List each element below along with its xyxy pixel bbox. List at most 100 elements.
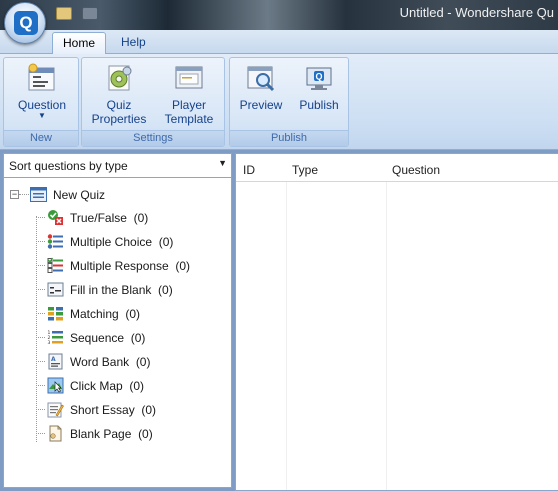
tree-connector [36, 433, 45, 434]
preview-icon [245, 62, 277, 94]
multiple-choice-icon [47, 233, 64, 250]
chevron-down-icon: ▼ [38, 111, 46, 120]
quiz-icon [30, 187, 47, 202]
save-icon[interactable] [82, 7, 98, 20]
tree-item-text: Matching (0) [70, 307, 140, 321]
multiple-response-icon [47, 257, 64, 274]
ribbon-group-publish: Preview Q Publish Publish [229, 57, 349, 147]
ribbon-group-new: Question ▼ New [3, 57, 79, 147]
column-header-id[interactable]: ID [243, 163, 255, 177]
quiz-properties-label-2: Properties [91, 112, 147, 126]
publish-label: Publish [299, 98, 339, 112]
blank-page-label: Blank Page [70, 427, 132, 441]
ribbon: Question ▼ New Quiz Properties Player Te… [0, 54, 558, 150]
tab-help[interactable]: Help [111, 32, 156, 54]
word-bank-count: (0) [135, 355, 151, 369]
click-map-count: (0) [129, 379, 145, 393]
ribbon-group-settings: Quiz Properties Player Template Settings [81, 57, 225, 147]
question-button[interactable]: Question ▼ [12, 62, 72, 120]
short-essay-label: Short Essay [70, 403, 135, 417]
tree-connector [36, 241, 45, 242]
click-map-icon [47, 377, 64, 394]
tree-connector [36, 265, 45, 266]
player-template-icon [173, 62, 205, 94]
column-divider [286, 182, 287, 490]
question-icon [26, 62, 58, 94]
title-bar: Untitled - Wondershare Qu [0, 0, 558, 30]
tree-connector [36, 385, 45, 386]
gear-icon [103, 62, 135, 94]
multiple-response-count: (0) [175, 259, 191, 273]
tree-item-text: True/False (0) [70, 211, 148, 225]
tree-item-text: Word Bank (0) [70, 355, 150, 369]
click-map-label: Click Map [70, 379, 123, 393]
player-template-label-1: Player [171, 98, 206, 112]
quick-access-toolbar [52, 5, 122, 23]
tree-connector [36, 361, 45, 362]
question-list-header: ID Type Question [236, 154, 558, 182]
blank-page-count: (0) [138, 427, 153, 441]
quiz-properties-button[interactable]: Quiz Properties [88, 62, 150, 126]
matching-icon [47, 305, 64, 322]
open-folder-icon[interactable] [56, 7, 72, 20]
tree-connector [19, 194, 29, 195]
multiple-choice-label: Multiple Choice [70, 235, 153, 249]
tab-home[interactable]: Home [52, 32, 107, 54]
multiple-response-label: Multiple Response [70, 259, 169, 273]
tree-connector [36, 337, 45, 338]
tree-connector [36, 217, 45, 218]
group-label-new: New [4, 130, 78, 146]
column-divider [386, 182, 387, 490]
window-title: Untitled - Wondershare Qu [399, 5, 554, 20]
tree-item-text: Multiple Choice (0) [70, 235, 173, 249]
tree-connector [36, 289, 45, 290]
word-bank-icon: A [47, 353, 64, 370]
preview-button[interactable]: Preview [236, 62, 286, 112]
multiple-choice-count: (0) [158, 235, 174, 249]
preview-label: Preview [239, 98, 283, 112]
sequence-count: (0) [130, 331, 146, 345]
word-bank-label: Word Bank [70, 355, 130, 369]
fill-blank-count: (0) [158, 283, 173, 297]
sort-select[interactable]: Sort questions by type ▼ [4, 154, 231, 178]
column-header-type[interactable]: Type [292, 163, 318, 177]
true-false-count: (0) [133, 211, 149, 225]
group-label-settings: Settings [82, 130, 224, 146]
ribbon-tab-row: Home Help [0, 30, 558, 54]
group-label-publish: Publish [230, 130, 348, 146]
collapse-icon[interactable]: − [10, 190, 19, 199]
app-menu-button[interactable]: Q [4, 2, 46, 44]
short-essay-icon [47, 401, 64, 418]
fill-blank-label: Fill in the Blank [70, 283, 152, 297]
blank-page-icon [47, 425, 64, 442]
svg-text:3: 3 [48, 340, 51, 346]
sequence-icon: 1 2 3 [47, 329, 64, 346]
player-template-button[interactable]: Player Template [158, 62, 220, 126]
question-tree-panel: Sort questions by type ▼ − New Quiz True… [3, 153, 232, 488]
true-false-label: True/False [70, 211, 127, 225]
publish-button[interactable]: Q Publish [294, 62, 344, 112]
chevron-down-icon[interactable]: ▼ [218, 158, 227, 168]
app-logo-icon: Q [14, 11, 38, 35]
column-header-question[interactable]: Question [392, 163, 440, 177]
svg-text:Q: Q [315, 72, 322, 82]
sequence-label: Sequence [70, 331, 125, 345]
publish-icon: Q [303, 62, 335, 94]
quiz-properties-label-1: Quiz [106, 98, 132, 112]
fill-blank-icon [47, 281, 64, 298]
player-template-label-2: Template [164, 112, 214, 126]
true-false-icon [47, 209, 64, 226]
svg-text:A: A [51, 356, 56, 363]
tree-item-text: Sequence (0) [70, 331, 145, 345]
short-essay-count: (0) [141, 403, 157, 417]
matching-label: Matching [70, 307, 119, 321]
tree-item-text: Short Essay (0) [70, 403, 156, 417]
question-list-panel: ID Type Question [235, 153, 558, 491]
tree-item-text: Click Map (0) [70, 379, 144, 393]
tree-item-text: Fill in the Blank (0) [70, 283, 173, 297]
sort-select-value: Sort questions by type [9, 159, 128, 173]
tree-connector [36, 409, 45, 410]
question-button-label: Question [17, 98, 67, 112]
tree-connector [36, 313, 45, 314]
matching-count: (0) [125, 307, 141, 321]
